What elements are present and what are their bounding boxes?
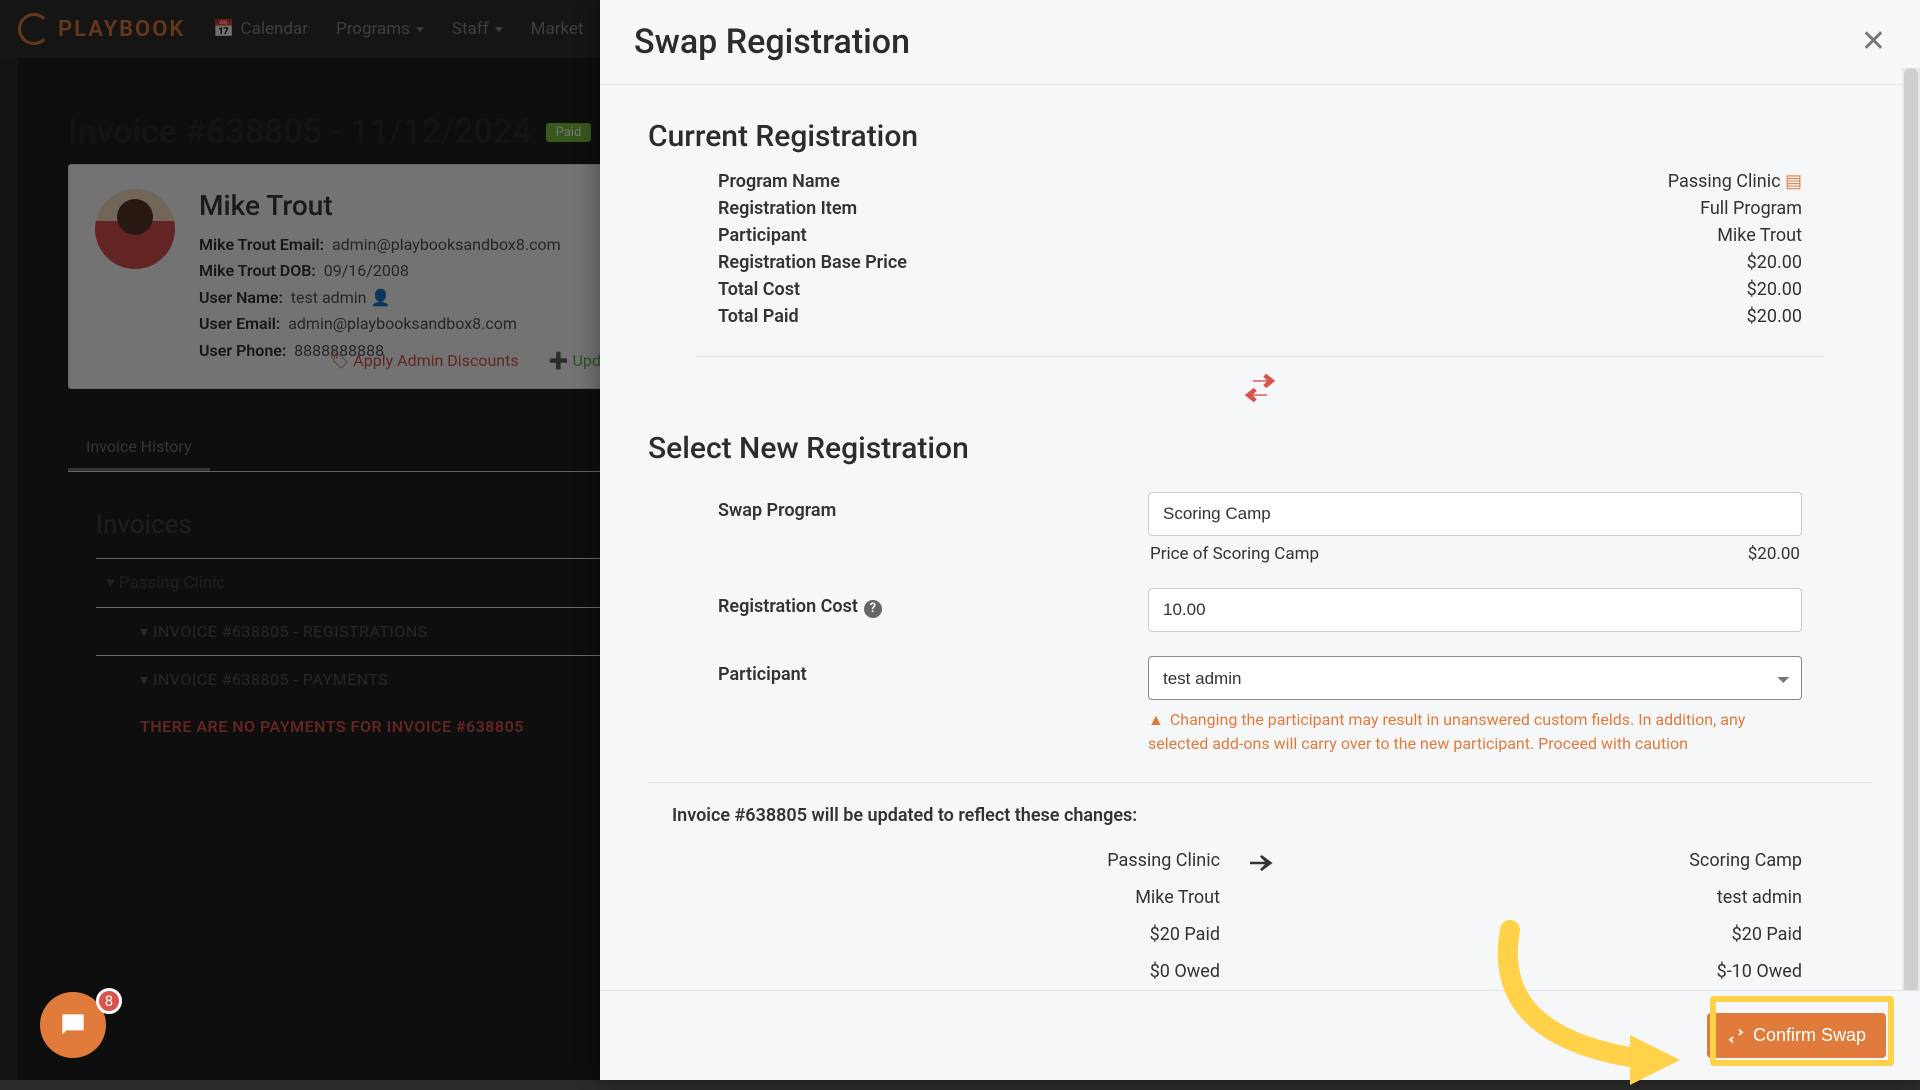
label: Participant xyxy=(718,225,807,246)
swap-program-label: Swap Program xyxy=(718,492,1118,521)
registration-cost-input[interactable] xyxy=(1148,588,1802,632)
help-icon[interactable]: ? xyxy=(864,600,882,618)
value: test admin xyxy=(1300,879,1802,916)
label: Total Paid xyxy=(718,306,799,327)
value: $20.00 xyxy=(1747,252,1802,273)
select-new-registration-heading: Select New Registration xyxy=(648,431,1872,466)
value: $20 Paid xyxy=(1300,916,1802,953)
participant-warning: ▲Changing the participant may result in … xyxy=(1148,700,1802,756)
list-icon[interactable]: ▤ xyxy=(1785,171,1802,192)
label: Registration Item xyxy=(718,198,857,219)
swap-program-input[interactable] xyxy=(1148,492,1802,536)
price-label: Price of Scoring Camp xyxy=(1150,544,1319,564)
swap-icon xyxy=(648,363,1872,423)
swap-icon xyxy=(1727,1027,1745,1045)
registration-cost-label: Registration Cost? xyxy=(718,588,1118,618)
value: Passing Clinic xyxy=(718,842,1220,879)
modal-title: Swap Registration xyxy=(634,22,910,62)
scrollbar[interactable] xyxy=(1902,68,1920,994)
value: $20 Paid xyxy=(718,916,1220,953)
button-label: Confirm Swap xyxy=(1753,1025,1866,1046)
current-registration-heading: Current Registration xyxy=(648,119,1872,154)
changes-comparison: Passing Clinic Mike Trout $20 Paid $0 Ow… xyxy=(648,842,1872,990)
current-registration-details: Program Name Passing Clinic ▤ Registratio… xyxy=(648,168,1872,350)
changes-after-column: Scoring Camp test admin $20 Paid $-10 Ow… xyxy=(1300,842,1802,990)
label: Registration Base Price xyxy=(718,252,907,273)
scrollbar-thumb[interactable] xyxy=(1904,68,1918,994)
value: Passing Clinic ▤ xyxy=(1668,171,1802,192)
label: Program Name xyxy=(718,171,840,192)
participant-select[interactable]: test admin xyxy=(1148,656,1802,700)
chat-notification-badge: 8 xyxy=(96,988,122,1014)
value: Full Program xyxy=(1700,198,1802,219)
swap-registration-modal: Swap Registration ✕ Current Registration… xyxy=(600,0,1920,1080)
value: Scoring Camp xyxy=(1300,842,1802,879)
participant-label: Participant xyxy=(718,656,1118,685)
close-icon[interactable]: ✕ xyxy=(1861,27,1886,57)
chat-icon xyxy=(57,1009,89,1041)
value: $20.00 xyxy=(1747,279,1802,300)
value: $20.00 xyxy=(1747,306,1802,327)
confirm-swap-button[interactable]: Confirm Swap xyxy=(1707,1013,1886,1058)
value: $0 Owed xyxy=(718,953,1220,990)
changes-before-column: Passing Clinic Mike Trout $20 Paid $0 Ow… xyxy=(718,842,1220,990)
value: Mike Trout xyxy=(718,879,1220,916)
label: Total Cost xyxy=(718,279,800,300)
value: $-10 Owed xyxy=(1300,953,1802,990)
changes-heading: Invoice #638805 will be updated to refle… xyxy=(648,782,1872,842)
warning-icon: ▲ xyxy=(1148,710,1164,729)
arrow-right-icon xyxy=(1220,842,1300,990)
value: Mike Trout xyxy=(1717,225,1802,246)
price-value: $20.00 xyxy=(1748,544,1800,564)
